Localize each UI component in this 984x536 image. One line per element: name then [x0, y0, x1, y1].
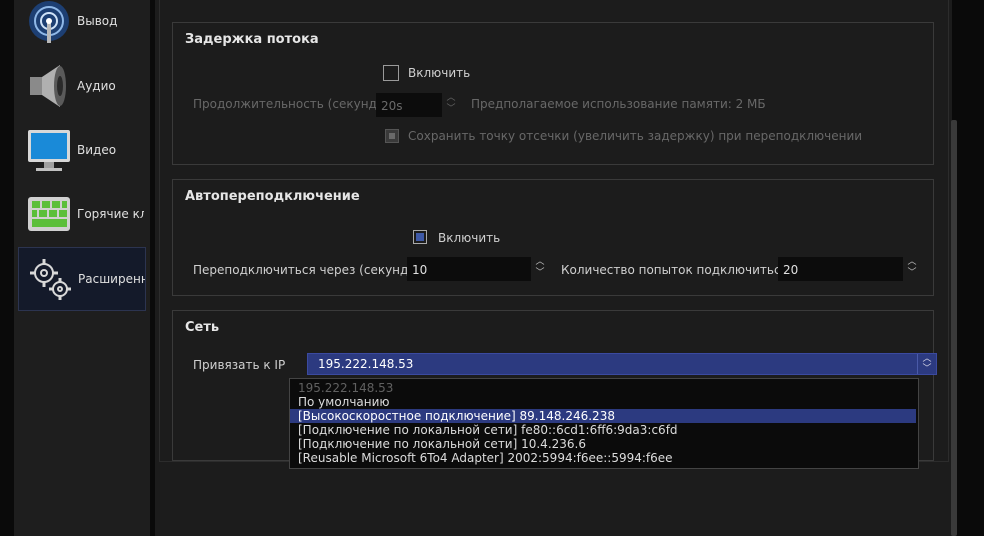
monitor-icon [28, 130, 70, 171]
bind-ip-dropdown-list: 195.222.148.53 По умолчанию [Высокоскоро… [289, 378, 919, 469]
reconnect-delay-label: Переподключиться через (секунд) [193, 263, 413, 277]
gears-icon [30, 259, 71, 300]
broadcast-icon [29, 1, 69, 43]
dropdown-option-selected[interactable]: [Высокоскоростное подключение] 89.148.24… [290, 409, 916, 423]
reconnect-enable-checkbox[interactable] [413, 230, 427, 244]
sidebar-panel: Вывод Аудио Видео Горячие кл Расширенн [14, 0, 151, 536]
reconnect-retries-spin-arrows[interactable]: ︿ ﹀ [906, 257, 918, 281]
stream-delay-duration-input[interactable]: 20s [376, 93, 442, 117]
sidebar-item-output[interactable]: Вывод [18, 0, 144, 52]
vertical-scrollbar[interactable] [951, 120, 957, 536]
sidebar-item-label: Горячие кла [77, 207, 144, 221]
speaker-icon [30, 65, 66, 107]
bind-ip-label: Привязать к IP [193, 358, 286, 372]
stream-delay-title: Задержка потока [185, 32, 319, 47]
stream-delay-memory-label: Предполагаемое использование памяти: 2 М… [471, 97, 766, 111]
sidebar-item-label: Видео [77, 143, 117, 157]
sidebar-item-label: Расширенны [78, 272, 145, 286]
dropdown-option[interactable]: По умолчанию [290, 395, 916, 409]
sidebar-item-label: Вывод [77, 14, 118, 28]
stream-delay-group: Задержка потока Включить Продолжительнос… [172, 22, 934, 165]
dropdown-option[interactable]: 195.222.148.53 [290, 381, 916, 395]
sidebar-item-label: Аудио [77, 79, 116, 93]
chevron-updown-icon: ︿ ﹀ [917, 354, 936, 374]
network-title: Сеть [185, 320, 220, 335]
sidebar-item-hotkeys[interactable]: Горячие кла [18, 183, 144, 245]
stream-delay-preserve-checkbox[interactable] [385, 129, 399, 143]
dropdown-option[interactable]: [Reusable Microsoft 6To4 Adapter] 2002:5… [290, 451, 916, 465]
settings-sidebar: Вывод Аудио Видео Горячие кл Расширенн [0, 0, 151, 536]
dropdown-option[interactable]: [Подключение по локальной сети] fe80::6c… [290, 423, 916, 437]
reconnect-group: Автопереподключение Включить Переподключ… [172, 179, 934, 296]
dropdown-option[interactable]: [Подключение по локальной сети] 10.4.236… [290, 437, 916, 451]
stream-delay-enable-checkbox[interactable] [383, 65, 399, 81]
bind-ip-select[interactable]: 195.222.148.53 ︿ ﹀ [307, 353, 937, 375]
sidebar-item-advanced[interactable]: Расширенны [18, 247, 146, 311]
stream-delay-enable-label: Включить [408, 66, 471, 80]
stream-delay-duration-label: Продолжительность (секунд) [193, 97, 382, 111]
reconnect-delay-spin-arrows[interactable]: ︿ ﹀ [534, 257, 546, 281]
reconnect-title: Автопереподключение [185, 189, 360, 204]
reconnect-enable-label: Включить [438, 231, 501, 245]
stream-delay-preserve-label: Сохранить точку отсечки (увеличить задер… [408, 129, 863, 143]
keyboard-icon [28, 197, 70, 231]
sidebar-item-audio[interactable]: Аудио [18, 55, 144, 117]
reconnect-delay-input[interactable]: 10 [407, 257, 531, 281]
sidebar-item-video[interactable]: Видео [18, 119, 144, 181]
reconnect-retries-input[interactable]: 20 [778, 257, 903, 281]
stream-delay-spin-arrows[interactable]: ︿ ﹀ [445, 93, 457, 117]
reconnect-retries-label: Количество попыток подключиться [561, 263, 788, 277]
